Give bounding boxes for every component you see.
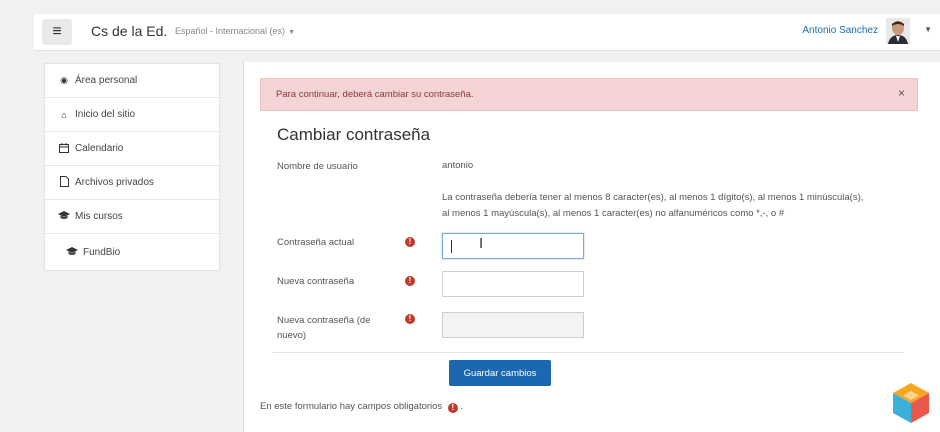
page-title: Cambiar contraseña [277,125,431,144]
sidebar-item-label: Área personal [75,75,138,86]
chevron-down-icon: ▼ [288,29,295,36]
required-icon: ! [405,276,415,286]
hamburger-icon[interactable]: ≡ [42,19,72,45]
sidebar-item-fundbio[interactable]: FundBio [45,234,219,270]
cube-logo-icon [888,380,934,426]
new-password-label: Nueva contraseña [277,276,355,287]
language-label: Español - Internacional (es) [175,26,286,36]
new-password-field[interactable] [442,271,584,297]
home-icon: ⌂ [61,109,67,120]
sidebar-item-label: Inicio del sitio [75,109,136,120]
alert-message: Para continuar, deberá cambiar su contra… [276,89,474,100]
current-password-field[interactable]: I [442,233,584,259]
confirm-label-line-1: Nueva contraseña (de [277,315,371,326]
sidebar-item-label: Calendario [75,143,124,154]
save-changes-button[interactable]: Guardar cambios [449,360,551,386]
confirm-password-label: Nueva contraseña (de nuevo) [277,313,370,343]
text-caret [451,240,452,253]
sidebar-item-area-personal[interactable]: ◉ Área personal [45,64,219,98]
sidebar-item-archivos[interactable]: Archivos privados [45,166,219,200]
required-note-end: . [460,401,464,412]
sidebar-item-label: Mis cursos [75,211,123,222]
required-icon: ! [405,314,415,324]
calendar-icon [57,142,71,155]
sidebar-item-label: FundBio [83,246,121,258]
language-selector[interactable]: Español - Internacional (es) ▼ [175,26,295,36]
text-cursor-icon: I [479,235,484,252]
main-region: Para continuar, deberá cambiar su contra… [243,62,940,432]
graduation-cap-icon [57,211,71,222]
divider [272,352,904,353]
file-icon [57,176,71,189]
username-value: antonio [442,160,474,171]
sidebar-item-label: Archivos privados [75,177,154,188]
avatar[interactable] [886,18,910,44]
current-password-label: Contraseña actual [277,237,355,248]
dashboard-icon: ◉ [60,75,68,85]
user-menu-chevron-icon[interactable]: ▼ [924,25,932,34]
required-icon: ! [447,403,458,413]
close-icon[interactable]: × [898,86,905,100]
sidebar-item-calendario[interactable]: Calendario [45,132,219,166]
alert-banner: Para continuar, deberá cambiar su contra… [260,78,918,111]
confirm-password-field[interactable] [442,312,584,338]
required-fields-note: En este formulario hay campos obligatori… [260,401,464,413]
site-name[interactable]: Cs de la Ed. [91,23,167,39]
required-icon: ! [405,237,415,247]
hint-line-1: La contraseña debería tener al menos 8 c… [442,192,864,203]
password-policy-hint: La contraseña debería tener al menos 8 c… [442,190,922,222]
top-navbar: ≡ Cs de la Ed. Español - Internacional (… [34,14,940,51]
graduation-cap-icon [65,246,79,258]
sidebar-item-inicio[interactable]: ⌂ Inicio del sitio [45,98,219,132]
hint-line-2: al menos 1 mayúscula(s), al menos 1 cara… [442,208,785,219]
user-name[interactable]: Antonio Sanchez [802,25,878,36]
sidebar-item-mis-cursos[interactable]: Mis cursos [45,200,219,234]
navigation-block: ◉ Área personal ⌂ Inicio del sitio Calen… [44,63,220,271]
required-note-text: En este formulario hay campos obligatori… [260,401,443,412]
username-label: Nombre de usuario [277,161,358,172]
confirm-label-line-2: nuevo) [277,330,307,341]
